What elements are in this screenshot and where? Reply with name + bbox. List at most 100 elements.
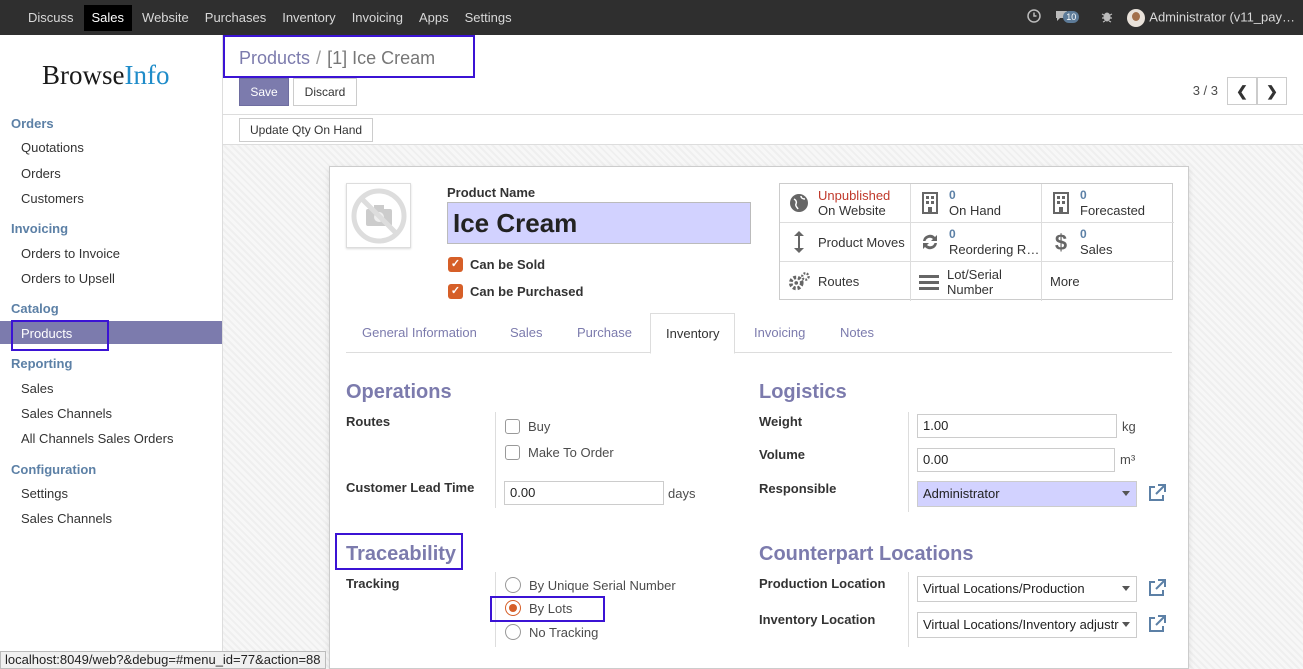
volume-input[interactable]: 0.00 (917, 448, 1115, 472)
tab-sales[interactable]: Sales (510, 325, 543, 340)
logistics-title: Logistics (759, 381, 847, 403)
inventory-location-select[interactable]: Virtual Locations/Inventory adjustr (917, 612, 1137, 638)
tab-notes[interactable]: Notes (840, 325, 874, 340)
can-be-sold-checkbox[interactable]: ✓ (448, 257, 463, 272)
menu-invoicing[interactable]: Invoicing (344, 0, 411, 35)
arrows-vertical-icon (788, 230, 810, 254)
chevron-right-icon: ❯ (1266, 82, 1278, 99)
website-publish-button[interactable]: Unpublished On Website (780, 184, 911, 223)
lead-time-unit: days (668, 486, 696, 501)
external-link-icon[interactable] (1147, 614, 1167, 637)
sidebar-section-configuration[interactable]: Configuration (11, 462, 96, 477)
messages-icon[interactable]: 10 (1055, 9, 1087, 26)
refresh-icon (919, 232, 941, 252)
sidebar-item-report-sales[interactable]: Sales (21, 381, 54, 396)
app-menu: Discuss Sales Website Purchases Inventor… (0, 0, 520, 35)
discard-button[interactable]: Discard (293, 78, 357, 106)
responsible-select[interactable]: Administrator (917, 481, 1137, 507)
avatar (1127, 8, 1146, 27)
company-logo[interactable]: BrowseInfo (42, 60, 169, 91)
sidebar-item-orders-to-invoice[interactable]: Orders to Invoice (21, 246, 120, 261)
sidebar-item-orders[interactable]: Orders (21, 166, 61, 181)
production-location-select[interactable]: Virtual Locations/Production (917, 576, 1137, 602)
sidebar-section-orders[interactable]: Orders (11, 116, 54, 131)
tab-invoicing[interactable]: Invoicing (754, 325, 805, 340)
chevron-left-icon: ❮ (1236, 82, 1248, 99)
lead-time-label: Customer Lead Time (346, 480, 475, 495)
on-hand-button[interactable]: 0 On Hand (911, 184, 1042, 223)
route-mto-checkbox[interactable] (505, 445, 520, 460)
menu-website[interactable]: Website (134, 0, 197, 35)
no-image-camera-icon (351, 188, 406, 243)
can-be-purchased-checkbox[interactable]: ✓ (448, 284, 463, 299)
pager-previous-button[interactable]: ❮ (1227, 77, 1257, 105)
dollar-icon: $ (1054, 229, 1068, 255)
routes-label: Routes (818, 274, 860, 289)
route-buy-checkbox[interactable] (505, 419, 520, 434)
sidebar-item-settings[interactable]: Settings (21, 486, 68, 501)
more-button[interactable]: More (1042, 262, 1174, 301)
weight-input[interactable]: 1.00 (917, 414, 1117, 438)
sidebar-section-catalog[interactable]: Catalog (11, 301, 59, 316)
sidebar-item-quotations[interactable]: Quotations (21, 140, 84, 155)
tab-general-information[interactable]: General Information (362, 325, 477, 340)
pager-next-button[interactable]: ❯ (1257, 77, 1287, 105)
dropdown-caret-icon (1122, 622, 1130, 627)
external-link-icon[interactable] (1147, 578, 1167, 601)
lot-serial-button[interactable]: Lot/Serial Number (911, 262, 1042, 301)
globe-icon (788, 193, 810, 213)
external-link-icon[interactable] (1147, 483, 1167, 506)
more-label: More (1050, 274, 1080, 289)
menu-inventory[interactable]: Inventory (274, 0, 343, 35)
tab-purchase[interactable]: Purchase (577, 325, 632, 340)
menu-apps[interactable]: Apps (411, 0, 457, 35)
dropdown-caret-icon (1122, 586, 1130, 591)
menu-sales[interactable]: Sales (83, 4, 133, 31)
sidebar: BrowseInfo Orders Quotations Orders Cust… (0, 35, 223, 669)
sidebar-section-reporting[interactable]: Reporting (11, 356, 72, 371)
tracking-serial-radio[interactable] (505, 577, 521, 593)
forecasted-button[interactable]: 0 Forecasted (1042, 184, 1174, 223)
product-name-label: Product Name (447, 185, 536, 200)
sidebar-item-customers[interactable]: Customers (21, 191, 84, 206)
reordering-rules-button[interactable]: 0 Reordering R… (911, 223, 1042, 262)
tracking-none-radio[interactable] (505, 624, 521, 640)
sidebar-item-all-channels-sales-orders[interactable]: All Channels Sales Orders (21, 431, 173, 446)
product-name-input[interactable]: Ice Cream (447, 202, 751, 244)
can-be-sold-label: Can be Sold (470, 257, 546, 272)
sidebar-item-config-sales-channels[interactable]: Sales Channels (21, 511, 112, 526)
menu-discuss[interactable]: Discuss (20, 0, 82, 35)
sales-label: Sales (1080, 242, 1113, 257)
activity-clock-icon[interactable] (1027, 9, 1042, 26)
product-moves-label: Product Moves (818, 234, 905, 250)
save-button[interactable]: Save (239, 78, 289, 106)
annotation-box-traceability (335, 533, 463, 570)
pager-value: 3 / 3 (1192, 83, 1218, 98)
sidebar-item-orders-to-upsell[interactable]: Orders to Upsell (21, 271, 115, 286)
menu-purchases[interactable]: Purchases (197, 0, 274, 35)
smart-buttons: Unpublished On Website 0 On Hand 0 Forecast… (779, 183, 1174, 301)
responsible-label: Responsible (759, 481, 837, 496)
inventory-location-value: Virtual Locations/Inventory adjustr (923, 617, 1119, 632)
tracking-none-option: No Tracking (505, 624, 598, 640)
sidebar-item-sales-channels[interactable]: Sales Channels (21, 406, 112, 421)
tab-inventory[interactable]: Inventory (650, 313, 736, 354)
publish-label: On Website (818, 203, 886, 218)
debug-bug-icon[interactable] (1101, 9, 1113, 26)
menu-settings[interactable]: Settings (457, 0, 520, 35)
tracking-none-label: No Tracking (529, 624, 599, 640)
product-moves-button[interactable]: Product Moves (780, 223, 911, 262)
sales-button[interactable]: $ 0 Sales (1042, 223, 1174, 262)
logo-text-info: Info (124, 60, 170, 90)
building-icon (919, 192, 941, 214)
product-image[interactable] (346, 183, 411, 248)
sidebar-section-invoicing[interactable]: Invoicing (11, 221, 68, 236)
lot-serial-label: Lot/Serial Number (947, 266, 1002, 297)
routes-button[interactable]: Routes (780, 262, 911, 301)
lead-time-input[interactable]: 0.00 (504, 481, 664, 505)
dropdown-caret-icon (1122, 491, 1130, 496)
notebook-tabs: General Information Sales Purchase Inven… (346, 313, 1172, 354)
reordering-label: Reordering R… (949, 242, 1040, 257)
update-qty-on-hand-button[interactable]: Update Qty On Hand (239, 118, 374, 142)
user-menu[interactable]: Administrator (v11_pay… (1127, 8, 1295, 27)
